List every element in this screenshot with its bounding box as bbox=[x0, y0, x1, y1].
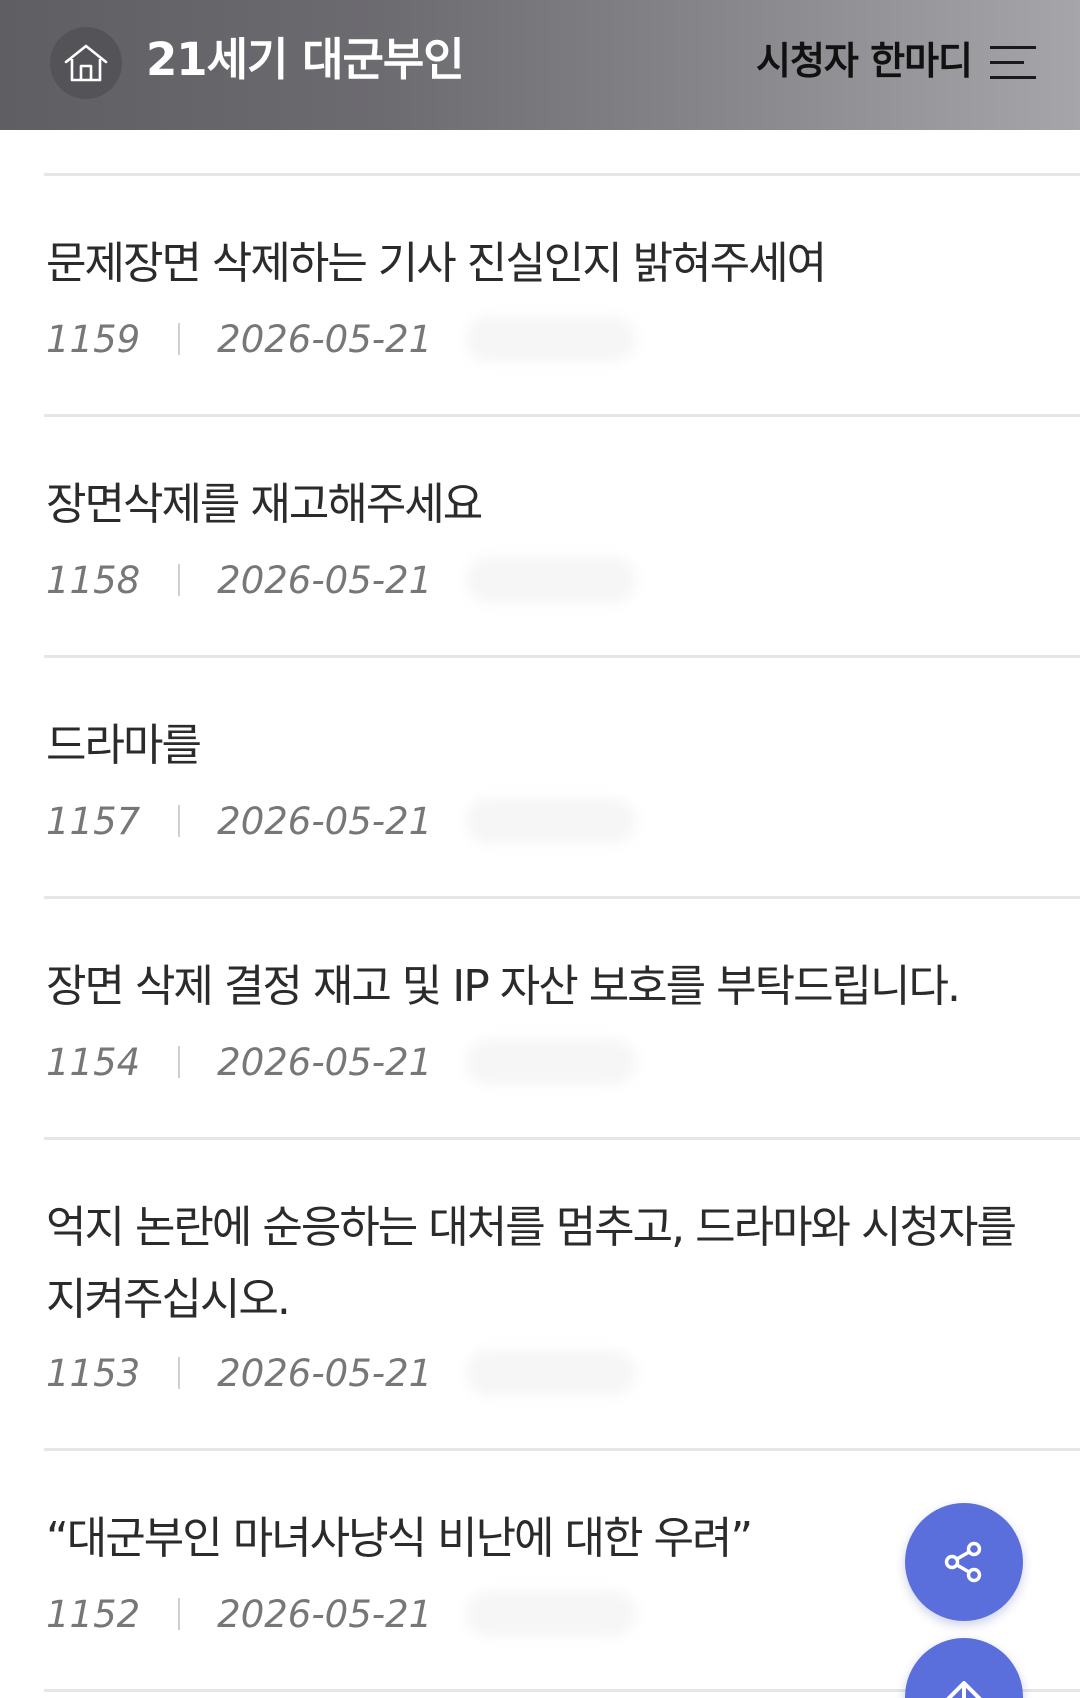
post-title[interactable]: 억지 논란에 순응하는 대처를 멈추고, 드라마와 시청자를 지켜주십시오. bbox=[46, 1192, 1026, 1336]
share-button[interactable] bbox=[905, 1503, 1023, 1621]
post-title[interactable]: 드라마를 bbox=[46, 710, 1026, 782]
post-number: 1159 bbox=[46, 317, 141, 361]
post-date: 2026-05-21 bbox=[217, 799, 433, 843]
post-meta: 1158 2026-05-21 bbox=[46, 555, 637, 605]
post-date: 2026-05-21 bbox=[217, 1592, 433, 1636]
app-root: 21세기 대군부인 시청자 한마디 문제장면 삭제하는 기사 진실인지 밝혀주세… bbox=[0, 0, 1080, 1698]
list-item[interactable]: 드라마를 1157 2026-05-21 bbox=[44, 658, 1080, 899]
post-date: 2026-05-21 bbox=[217, 317, 433, 361]
post-list: 문제장면 삭제하는 기사 진실인지 밝혀주세여 1159 2026-05-21 … bbox=[44, 173, 1080, 1692]
hamburger-menu-icon[interactable] bbox=[990, 44, 1036, 82]
post-number: 1158 bbox=[46, 558, 141, 602]
page-title: 21세기 대군부인 bbox=[146, 33, 465, 86]
list-item[interactable]: 장면 삭제 결정 재고 및 IP 자산 보호를 부탁드립니다. 1154 202… bbox=[44, 899, 1080, 1140]
redacted-author bbox=[466, 557, 637, 603]
meta-divider bbox=[178, 1357, 181, 1389]
post-date: 2026-05-21 bbox=[217, 558, 433, 602]
list-item[interactable]: 문제장면 삭제하는 기사 진실인지 밝혀주세여 1159 2026-05-21 bbox=[44, 176, 1080, 417]
post-title[interactable]: 장면 삭제 결정 재고 및 IP 자산 보호를 부탁드립니다. bbox=[46, 951, 1026, 1023]
post-date: 2026-05-21 bbox=[217, 1351, 433, 1395]
meta-divider bbox=[178, 564, 181, 596]
list-item[interactable]: 장면삭제를 재고해주세요 1158 2026-05-21 bbox=[44, 417, 1080, 658]
post-meta: 1152 2026-05-21 bbox=[46, 1589, 637, 1639]
post-number: 1154 bbox=[46, 1040, 141, 1084]
list-item[interactable]: 억지 논란에 순응하는 대처를 멈추고, 드라마와 시청자를 지켜주십시오. 1… bbox=[44, 1140, 1080, 1451]
top-header: 21세기 대군부인 시청자 한마디 bbox=[0, 0, 1080, 130]
post-number: 1152 bbox=[46, 1592, 141, 1636]
post-meta: 1154 2026-05-21 bbox=[46, 1037, 637, 1087]
post-title[interactable]: 장면삭제를 재고해주세요 bbox=[46, 469, 1026, 541]
meta-divider bbox=[178, 1598, 181, 1630]
meta-divider bbox=[178, 1046, 181, 1078]
home-icon bbox=[64, 44, 108, 82]
post-number: 1157 bbox=[46, 799, 141, 843]
post-meta: 1157 2026-05-21 bbox=[46, 796, 637, 846]
meta-divider bbox=[178, 805, 181, 837]
redacted-author bbox=[466, 316, 637, 362]
post-meta: 1153 2026-05-21 bbox=[46, 1348, 637, 1398]
redacted-author bbox=[466, 1350, 637, 1396]
home-button[interactable] bbox=[50, 27, 122, 99]
post-title[interactable]: “대군부인 마녀사냥식 비난에 대한 우려” bbox=[46, 1503, 1026, 1575]
menu-line bbox=[990, 76, 1036, 79]
redacted-author bbox=[466, 1591, 637, 1637]
post-date: 2026-05-21 bbox=[217, 1040, 433, 1084]
post-number: 1153 bbox=[46, 1351, 141, 1395]
board-title[interactable]: 시청자 한마디 bbox=[756, 35, 973, 87]
redacted-author bbox=[466, 1039, 637, 1085]
redacted-author bbox=[466, 798, 637, 844]
menu-line bbox=[990, 61, 1024, 64]
arrow-up-icon bbox=[946, 1681, 982, 1698]
post-title[interactable]: 문제장면 삭제하는 기사 진실인지 밝혀주세여 bbox=[46, 228, 1026, 300]
meta-divider bbox=[178, 323, 181, 355]
share-icon bbox=[944, 1541, 982, 1583]
menu-line bbox=[990, 46, 1036, 49]
post-meta: 1159 2026-05-21 bbox=[46, 314, 637, 364]
